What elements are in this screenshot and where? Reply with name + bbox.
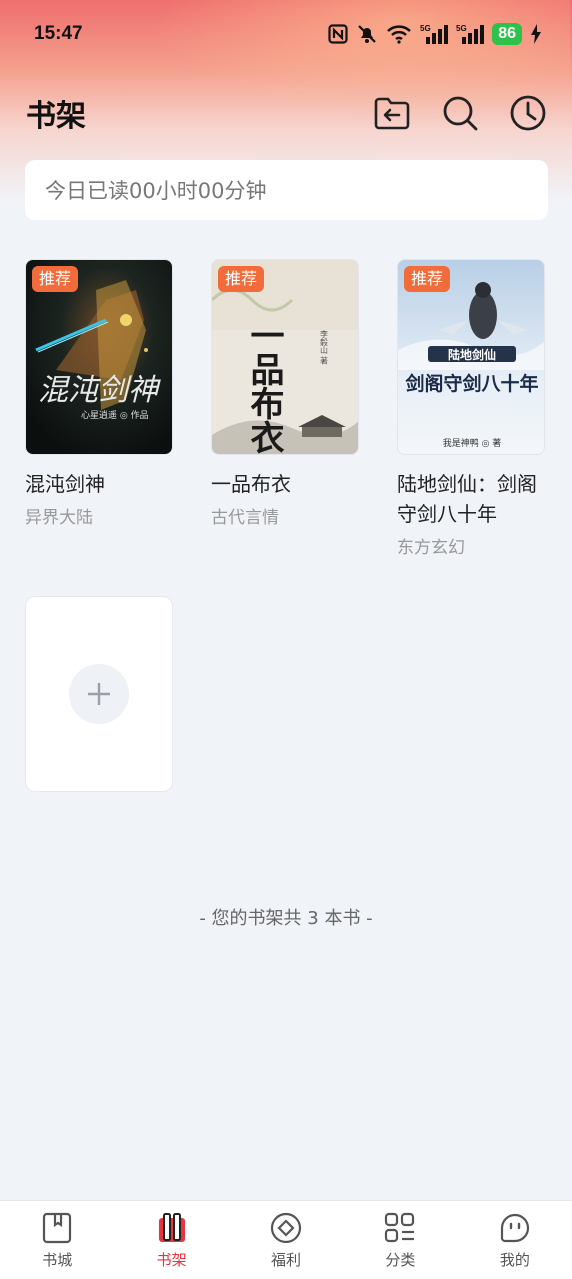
wifi-icon xyxy=(386,24,412,44)
book-genre: 东方玄幻 xyxy=(397,538,465,558)
book-title: 一品布衣 xyxy=(211,472,291,496)
status-icons: 5G 5G 86 xyxy=(328,23,542,45)
mute-icon xyxy=(356,23,378,45)
cover-author-text: 心星逍遥 ◎ 作品 xyxy=(81,409,149,421)
status-time: 15:47 xyxy=(34,23,83,44)
cover-title-text: 一品布衣 xyxy=(244,318,284,454)
profile-icon xyxy=(499,1211,531,1245)
book-cover[interactable]: 陆地剑仙 剑阁守剑八十年 我是神鸭 ◎ 著 推荐 xyxy=(397,259,545,455)
nav-item-bookshelf[interactable]: 书架 xyxy=(114,1201,228,1279)
nav-label: 我的 xyxy=(499,1251,530,1269)
nfc-icon xyxy=(328,24,348,44)
cover-title-text: 混沌剑神 xyxy=(38,373,161,408)
signal-5g-icon: 5G xyxy=(456,23,485,45)
bookstore-icon xyxy=(41,1211,73,1245)
category-icon xyxy=(384,1211,416,1245)
recommend-badge: 推荐 xyxy=(32,266,79,292)
cover-title-text: 剑阁守剑八十年 xyxy=(404,372,538,395)
book-genre: 异界大陆 xyxy=(25,508,93,528)
charging-icon xyxy=(530,24,542,44)
history-button[interactable] xyxy=(508,93,548,133)
plus-icon xyxy=(88,683,110,705)
nav-label: 书城 xyxy=(42,1251,73,1269)
history-icon xyxy=(510,95,546,131)
nav-label: 书架 xyxy=(156,1251,187,1269)
import-button[interactable] xyxy=(372,93,412,133)
reading-time-text: 今日已读00小时00分钟 xyxy=(45,179,267,203)
signal-5g-icon: 5G xyxy=(420,23,449,45)
search-button[interactable] xyxy=(440,93,480,133)
nav-item-category[interactable]: 分类 xyxy=(343,1201,457,1279)
book-cover[interactable]: 一品布衣 李毅山 著 推荐 xyxy=(211,259,359,455)
book-card[interactable]: 一品布衣 李毅山 著 推荐 一品布衣 古代言情 xyxy=(211,259,359,528)
book-card[interactable]: 陆地剑仙 剑阁守剑八十年 我是神鸭 ◎ 著 推荐 陆地剑仙：剑阁守剑八十年 东方… xyxy=(397,259,545,558)
book-title: 混沌剑神 xyxy=(25,472,105,496)
status-bar: 15:47 5G 5G 86 xyxy=(0,0,572,68)
nav-item-profile[interactable]: 我的 xyxy=(458,1201,572,1279)
welfare-icon xyxy=(270,1211,302,1245)
add-book-button[interactable] xyxy=(25,596,173,792)
bookshelf-icon xyxy=(156,1211,188,1245)
book-title: 陆地剑仙：剑阁守剑八十年 xyxy=(397,472,537,526)
reading-stats-bar[interactable]: 今日已读00小时00分钟 xyxy=(25,160,548,220)
book-card[interactable]: 混沌剑神 心星逍遥 ◎ 作品 推荐 混沌剑神 异界大陆 xyxy=(25,259,173,528)
cover-series-text: 陆地剑仙 xyxy=(448,347,496,362)
recommend-badge: 推荐 xyxy=(218,266,265,292)
nav-label: 分类 xyxy=(385,1251,416,1269)
recommend-badge: 推荐 xyxy=(404,266,451,292)
add-book-circle xyxy=(69,664,129,724)
import-icon xyxy=(374,97,410,130)
cover-author-text: 我是神鸭 ◎ 著 xyxy=(443,437,502,449)
bottom-nav: 书城 书架 福利 分类 我的 xyxy=(0,1200,572,1279)
nav-label: 福利 xyxy=(271,1251,302,1269)
svg-text:5G: 5G xyxy=(456,24,467,33)
page-title: 书架 xyxy=(26,99,86,134)
nav-item-bookstore[interactable]: 书城 xyxy=(0,1201,114,1279)
svg-text:5G: 5G xyxy=(420,24,431,33)
nav-item-welfare[interactable]: 福利 xyxy=(229,1201,343,1279)
book-cover[interactable]: 混沌剑神 心星逍遥 ◎ 作品 推荐 xyxy=(25,259,173,455)
cover-author-text: 李毅山 著 xyxy=(320,329,329,366)
shelf-count-text: - 您的书架共 3 本书 - xyxy=(199,908,373,929)
book-genre: 古代言情 xyxy=(211,508,279,528)
search-icon xyxy=(443,96,478,131)
header: 书架 xyxy=(0,85,572,141)
battery-indicator: 86 xyxy=(492,23,522,45)
